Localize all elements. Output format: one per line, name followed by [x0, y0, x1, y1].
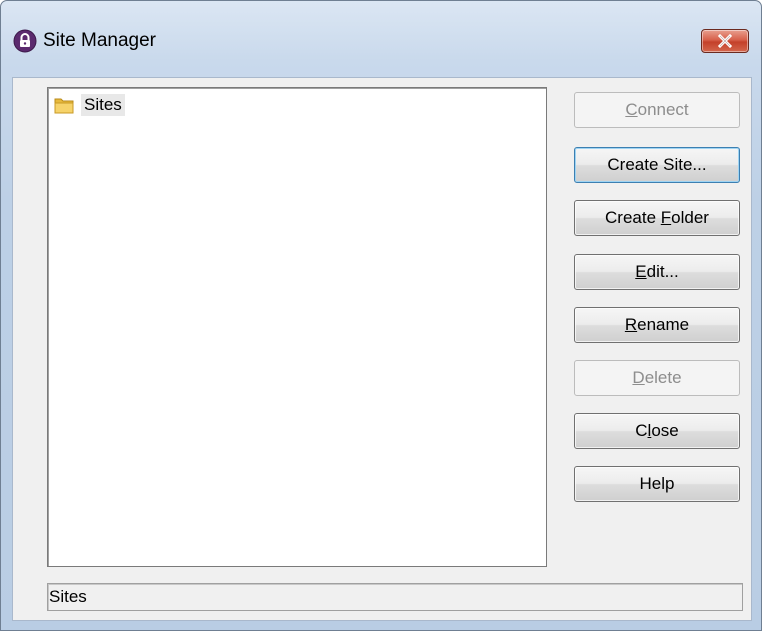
- rename-button[interactable]: Rename: [574, 307, 740, 343]
- site-tree[interactable]: Sites: [47, 87, 547, 567]
- site-manager-window: Site Manager Sites Connect Create Site..…: [0, 0, 762, 631]
- connect-button[interactable]: Connect: [574, 92, 740, 128]
- title-bar[interactable]: Site Manager: [1, 1, 761, 81]
- tree-item-label: Sites: [81, 94, 125, 116]
- close-window-button[interactable]: [701, 29, 749, 53]
- delete-button[interactable]: Delete: [574, 360, 740, 396]
- folder-icon: [54, 98, 74, 114]
- dialog-client-area: Sites Connect Create Site... Create Fold…: [12, 77, 752, 621]
- status-text: Sites: [49, 587, 87, 606]
- close-icon: [717, 34, 733, 48]
- close-button[interactable]: Close: [574, 413, 740, 449]
- window-title: Site Manager: [43, 30, 157, 51]
- tree-item-sites[interactable]: Sites: [54, 93, 125, 117]
- create-site-button[interactable]: Create Site...: [574, 147, 740, 183]
- edit-button[interactable]: Edit...: [574, 254, 740, 290]
- app-lock-icon: [13, 29, 37, 53]
- status-bar: Sites: [47, 583, 743, 611]
- help-button[interactable]: Help: [574, 466, 740, 502]
- create-folder-button[interactable]: Create Folder: [574, 200, 740, 236]
